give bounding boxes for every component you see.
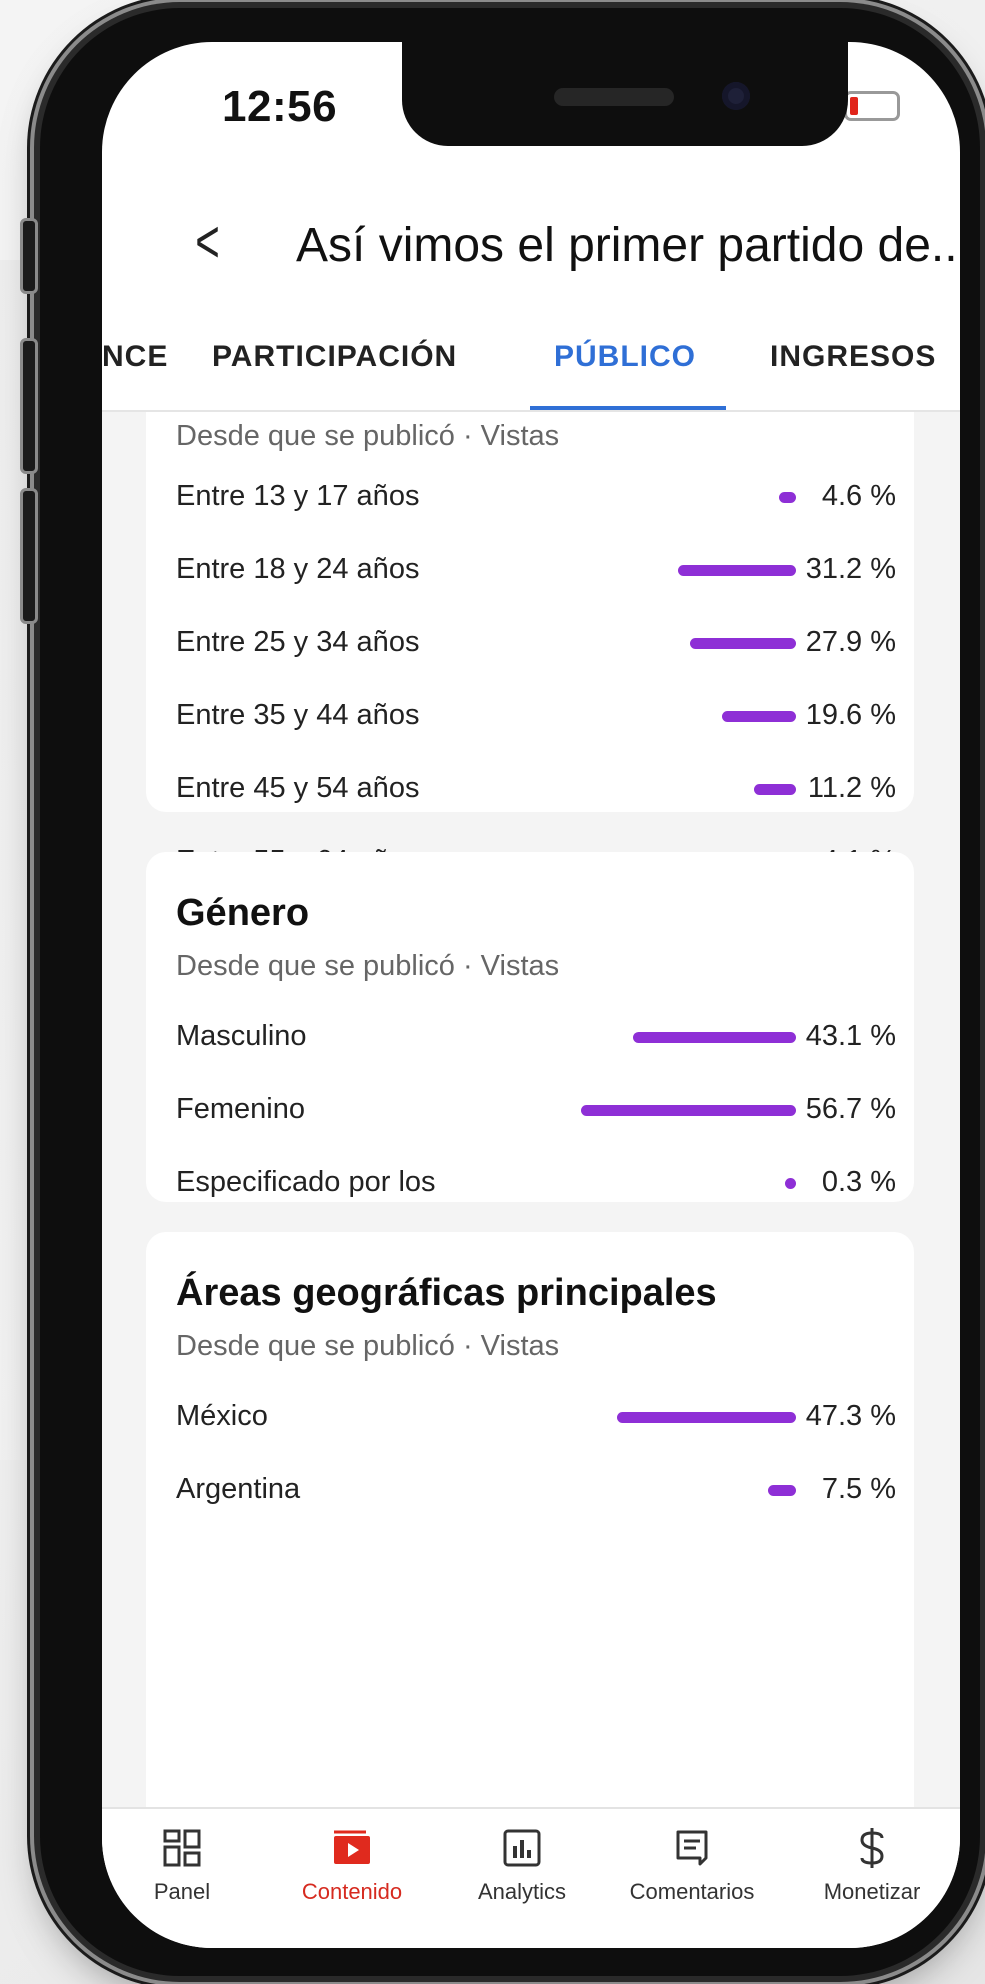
age-row-label: Entre 25 y 34 años (176, 626, 420, 658)
gender-card-subtitle: Desde que se publicó · Vistas (176, 950, 560, 982)
age-row: Entre 45 y 54 años 11.2 % (176, 764, 896, 816)
age-row-bar (690, 638, 796, 649)
age-row-label: Entre 45 y 54 años (176, 772, 420, 804)
phone-screen: 12:56 < Así vimos el primer partido de..… (102, 42, 960, 1948)
geo-row-label: Argentina (176, 1473, 301, 1505)
nav-contenido[interactable]: Contenido (272, 1823, 432, 1905)
analytics-icon (442, 1823, 602, 1873)
age-card-subtitle: Desde que se publicó · Vistas (176, 420, 560, 452)
gender-row: Femenino 56.7 % (176, 1085, 896, 1137)
content-icon (272, 1823, 432, 1873)
nav-panel-label: Panel (153, 1879, 211, 1904)
gender-row: Masculino 43.1 % (176, 1012, 896, 1064)
battery-icon (844, 91, 900, 121)
geo-row-percent: 7.5 % (821, 1473, 896, 1505)
geo-card-title: Áreas geográficas principales (176, 1272, 717, 1314)
age-row-label: Entre 13 y 17 años (176, 480, 420, 512)
geo-row-percent: 47.3 % (805, 1400, 896, 1432)
active-tab-indicator (530, 406, 726, 410)
geo-row: Argentina 7.5 % (176, 1465, 896, 1517)
gender-row-label: Masculino (176, 1020, 307, 1052)
age-row-percent: 31.2 % (805, 553, 896, 585)
age-row-percent: 19.6 % (805, 699, 896, 731)
nav-monetizar-label: Monetizar (823, 1879, 921, 1904)
age-row: Entre 13 y 17 años 4.6 % (176, 472, 896, 524)
age-row-bar (677, 565, 796, 576)
tab-participacion[interactable]: PARTICIPACIÓN (212, 340, 457, 374)
age-row: Entre 35 y 44 años 19.6 % (176, 691, 896, 743)
nav-comentarios[interactable]: Comentarios (612, 1823, 772, 1905)
content-scroll-area[interactable]: Desde que se publicó · Vistas Entre 13 y… (102, 412, 960, 1807)
notch (402, 42, 848, 146)
back-button[interactable]: < (195, 212, 220, 272)
dashboard-icon (102, 1823, 262, 1873)
speaker-grille (554, 88, 674, 106)
age-card: Desde que se publicó · Vistas Entre 13 y… (146, 412, 914, 950)
age-row-percent: 27.9 % (805, 626, 896, 658)
age-row: Entre 18 y 24 años 31.2 % (176, 545, 896, 597)
gender-row-bar (785, 1178, 796, 1189)
geo-row-bar (616, 1412, 796, 1423)
age-row-percent: 11.2 % (807, 772, 896, 804)
geo-card-subtitle: Desde que se publicó · Vistas (176, 1330, 560, 1362)
nav-analytics[interactable]: Analytics (442, 1823, 602, 1905)
age-row-bar (721, 711, 796, 722)
geo-card: Áreas geográficas principales Desde que … (146, 1232, 914, 1807)
status-time: 12:56 (222, 82, 338, 131)
gender-row-label: Especificado por los (176, 1166, 436, 1198)
volume-down-button (20, 488, 38, 624)
gender-row-percent: 0.3 % (821, 1166, 896, 1198)
age-row: Entre 25 y 34 años 27.9 % (176, 618, 896, 670)
age-row-bar (753, 784, 796, 795)
age-row-bar (778, 492, 796, 503)
comments-icon (612, 1823, 772, 1873)
geo-row-bar (767, 1485, 796, 1496)
mute-switch (20, 218, 38, 294)
front-camera (722, 82, 750, 110)
nav-monetizar[interactable]: Monetizar (792, 1823, 952, 1905)
nav-comentarios-label: Comentarios (629, 1879, 755, 1904)
geo-row: México 47.3 % (176, 1392, 896, 1444)
tab-ingresos[interactable]: INGRESOS (770, 340, 936, 374)
top-bar: < Así vimos el primer partido de... (102, 192, 960, 302)
phone-frame: 12:56 < Así vimos el primer partido de..… (20, 8, 980, 1976)
age-row-label: Entre 35 y 44 años (176, 699, 420, 731)
gender-card-title: Género (176, 892, 310, 934)
gender-row-bar (581, 1105, 796, 1116)
geo-row-label: México (176, 1400, 268, 1432)
age-row-percent: 4.6 % (821, 480, 896, 512)
tab-publico[interactable]: PÚBLICO (554, 340, 696, 374)
volume-up-button (20, 338, 38, 474)
nav-contenido-label: Contenido (301, 1879, 403, 1904)
gender-row-bar (632, 1032, 796, 1043)
page-title: Así vimos el primer partido de... (296, 219, 960, 272)
gender-card: Género Desde que se publicó · Vistas Mas… (146, 852, 914, 1202)
gender-row-percent: 43.1 % (805, 1020, 896, 1052)
bottom-navigation: Panel Contenido Analytics Comentarios Mo… (102, 1807, 960, 1948)
monetize-icon (792, 1823, 952, 1873)
gender-row: Especificado por los 0.3 % (176, 1158, 896, 1210)
age-row-label: Entre 18 y 24 años (176, 553, 420, 585)
gender-row-label: Femenino (176, 1093, 305, 1125)
tab-bar: NCE PARTICIPACIÓN PÚBLICO INGRESOS (102, 310, 960, 412)
nav-panel[interactable]: Panel (102, 1823, 262, 1905)
nav-analytics-label: Analytics (477, 1879, 567, 1904)
tab-nce[interactable]: NCE (102, 340, 168, 374)
gender-row-percent: 56.7 % (805, 1093, 896, 1125)
